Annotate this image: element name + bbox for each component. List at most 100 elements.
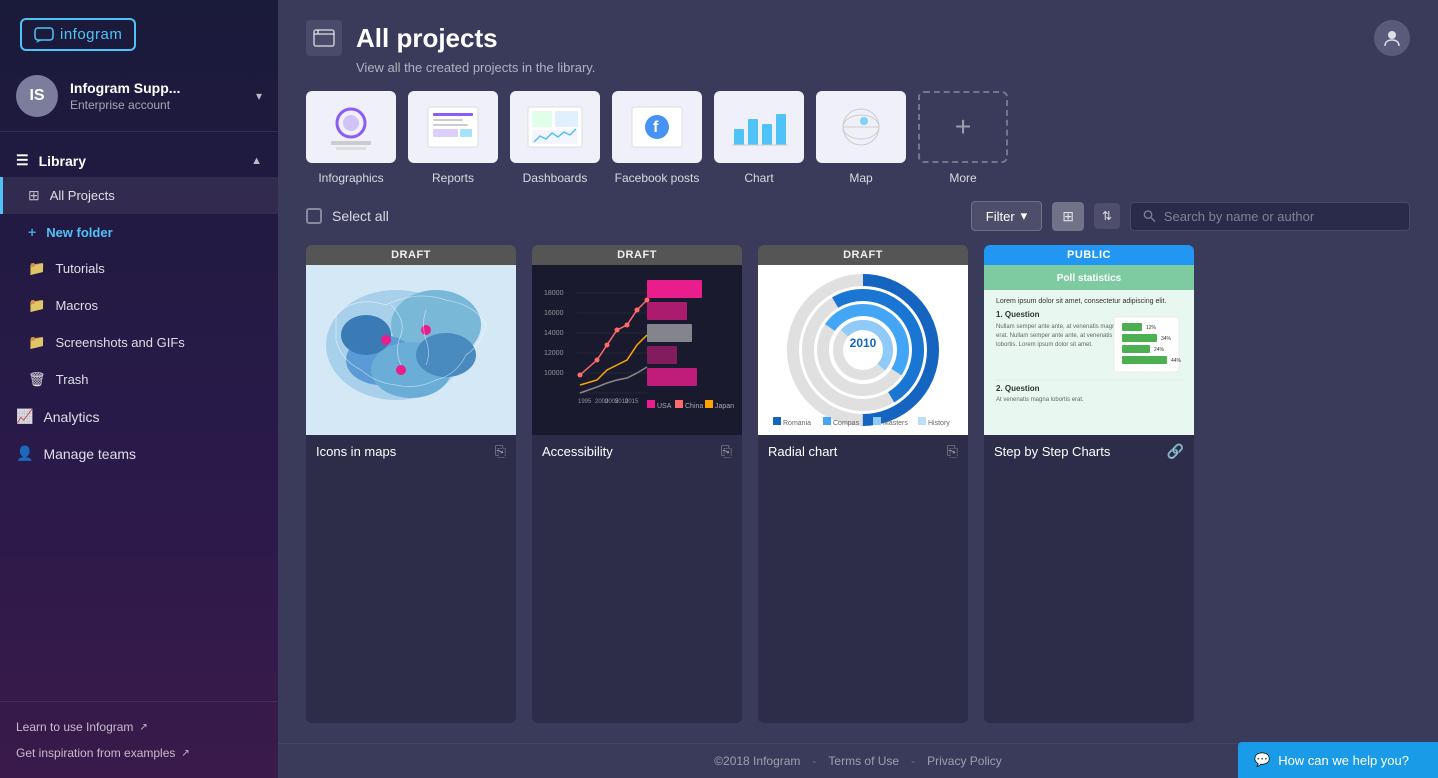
copy-icon[interactable]: ⎘: [495, 443, 506, 460]
filter-button[interactable]: Filter ▾: [971, 201, 1042, 231]
share-icon[interactable]: 🔗: [1167, 443, 1184, 460]
template-type-reports[interactable]: Reports: [408, 91, 498, 185]
sidebar-nav: ☰ Library ▲ ⊞ All Projects + New folder …: [0, 132, 278, 701]
projects-grid: Draft: [278, 245, 1438, 743]
svg-text:f: f: [653, 119, 659, 136]
user-info: Infogram Supp... Enterprise account: [70, 80, 244, 112]
reports-label: Reports: [432, 171, 474, 185]
project-card-step-charts[interactable]: Public Poll statistics Lorem ipsum dolor…: [984, 245, 1194, 723]
sidebar-item-all-projects[interactable]: ⊞ All Projects: [0, 177, 278, 214]
template-type-map[interactable]: Map: [816, 91, 906, 185]
dashboards-preview: [520, 99, 590, 155]
sidebar-item-new-folder[interactable]: + New folder: [0, 214, 278, 250]
svg-text:At venenatis magna lobortis er: At venenatis magna lobortis erat.: [996, 397, 1084, 403]
avatar: IS: [16, 75, 58, 117]
sidebar-item-trash[interactable]: 🗑 Trash: [0, 361, 278, 398]
map-preview: [826, 99, 896, 155]
svg-text:China: China: [685, 403, 703, 410]
user-name: Infogram Supp...: [70, 80, 244, 96]
template-type-facebook[interactable]: f Facebook posts: [612, 91, 702, 185]
card-thumbnail-radial: 2010 Romania Compas Masters History: [758, 265, 968, 435]
svg-text:Romania: Romania: [783, 420, 811, 427]
svg-text:24%: 24%: [1154, 347, 1165, 353]
user-dropdown-chevron-icon: ▾: [256, 89, 262, 103]
template-type-infographics[interactable]: Infographics: [306, 91, 396, 185]
svg-text:12000: 12000: [544, 350, 564, 357]
page-title-section: All projects View all the created projec…: [306, 20, 595, 75]
user-section[interactable]: IS Infogram Supp... Enterprise account ▾: [0, 65, 278, 132]
card-actions: ⎘: [495, 443, 506, 460]
library-section-header[interactable]: ☰ Library ▲: [0, 144, 278, 177]
svg-text:14000: 14000: [544, 330, 564, 337]
reports-thumb: [408, 91, 498, 163]
search-input[interactable]: [1164, 209, 1397, 224]
library-section-label: ☰ Library: [16, 152, 86, 169]
header-user-button[interactable]: [1374, 20, 1410, 56]
sort-button[interactable]: ⇅: [1094, 203, 1120, 229]
card-status-draft: Draft: [758, 245, 968, 265]
project-card-accessibility[interactable]: Draft 18000 16000 14000 12000 10000: [532, 245, 742, 723]
dashboards-label: Dashboards: [523, 171, 588, 185]
privacy-link[interactable]: Privacy Policy: [927, 754, 1002, 768]
template-type-chart[interactable]: Chart: [714, 91, 804, 185]
radial-thumbnail-svg: 2010 Romania Compas Masters History: [758, 265, 968, 435]
sidebar: infogram IS Infogram Supp... Enterprise …: [0, 0, 278, 778]
view-toggle: ⊞: [1052, 202, 1084, 231]
card-actions: ⎘: [721, 443, 732, 460]
project-card-icons-maps[interactable]: Draft: [306, 245, 516, 723]
sidebar-footer: Learn to use Infogram ↗ Get inspiration …: [0, 701, 278, 778]
library-chevron-icon: ▲: [251, 155, 262, 167]
inspiration-link[interactable]: Get inspiration from examples ↗: [16, 740, 262, 766]
svg-text:Compas: Compas: [833, 420, 860, 427]
sidebar-item-analytics[interactable]: 📈 Analytics: [0, 398, 278, 435]
chart-preview: [724, 99, 794, 155]
svg-text:10000: 10000: [544, 370, 564, 377]
map-thumb: [816, 91, 906, 163]
copy-icon[interactable]: ⎘: [947, 443, 958, 460]
svg-text:erat. Nullam semper ante ante,: erat. Nullam semper ante ante, at venena…: [996, 333, 1133, 339]
copy-icon[interactable]: ⎘: [721, 443, 732, 460]
learn-link[interactable]: Learn to use Infogram ↗: [16, 714, 262, 740]
infographics-preview: [316, 99, 386, 155]
sidebar-item-macros[interactable]: 📁 Macros: [0, 287, 278, 324]
sidebar-item-manage-teams[interactable]: 👤 Manage teams: [0, 435, 278, 472]
sidebar-item-screenshots[interactable]: 📁 Screenshots and GIFs: [0, 324, 278, 361]
svg-text:1. Question: 1. Question: [996, 310, 1040, 319]
logo-text: infogram: [60, 26, 122, 43]
card-footer: Radial chart ⎘: [758, 435, 968, 468]
template-type-dashboards[interactable]: Dashboards: [510, 91, 600, 185]
svg-text:1995: 1995: [578, 399, 592, 405]
svg-text:History: History: [928, 420, 950, 427]
map-label: Map: [849, 171, 872, 185]
step-thumbnail-svg: Poll statistics Lorem ipsum dolor sit am…: [984, 265, 1194, 435]
card-name: Accessibility: [542, 444, 613, 459]
select-all-checkbox[interactable]: [306, 208, 322, 224]
dashboards-thumb: [510, 91, 600, 163]
help-button[interactable]: 💬 How can we help you?: [1238, 742, 1438, 778]
trash-icon: 🗑: [28, 371, 46, 388]
terms-link[interactable]: Terms of Use: [828, 754, 899, 768]
separator: -: [812, 754, 816, 768]
separator: -: [911, 754, 915, 768]
help-label: How can we help you?: [1278, 753, 1409, 768]
facebook-thumb: f: [612, 91, 702, 163]
more-thumb: +: [918, 91, 1008, 163]
logo[interactable]: infogram: [20, 18, 136, 51]
svg-text:Japan: Japan: [715, 403, 734, 410]
card-footer: Icons in maps ⎘: [306, 435, 516, 468]
help-icon: 💬: [1254, 752, 1270, 768]
sidebar-item-tutorials[interactable]: 📁 Tutorials: [0, 250, 278, 287]
svg-text:2015: 2015: [625, 399, 639, 405]
page-subtitle: View all the created projects in the lib…: [356, 60, 595, 75]
project-card-radial[interactable]: Draft: [758, 245, 968, 723]
svg-text:2. Question: 2. Question: [996, 384, 1040, 393]
template-type-more[interactable]: + More: [918, 91, 1008, 185]
chart-thumb: [714, 91, 804, 163]
card-thumbnail-accessibility: 18000 16000 14000 12000 10000: [532, 265, 742, 435]
all-projects-icon: [312, 28, 336, 48]
page-title: All projects: [356, 23, 498, 54]
card-name: Radial chart: [768, 444, 837, 459]
teams-icon: 👤: [16, 445, 33, 462]
card-name: Icons in maps: [316, 444, 396, 459]
grid-view-button[interactable]: ⊞: [1052, 202, 1084, 231]
